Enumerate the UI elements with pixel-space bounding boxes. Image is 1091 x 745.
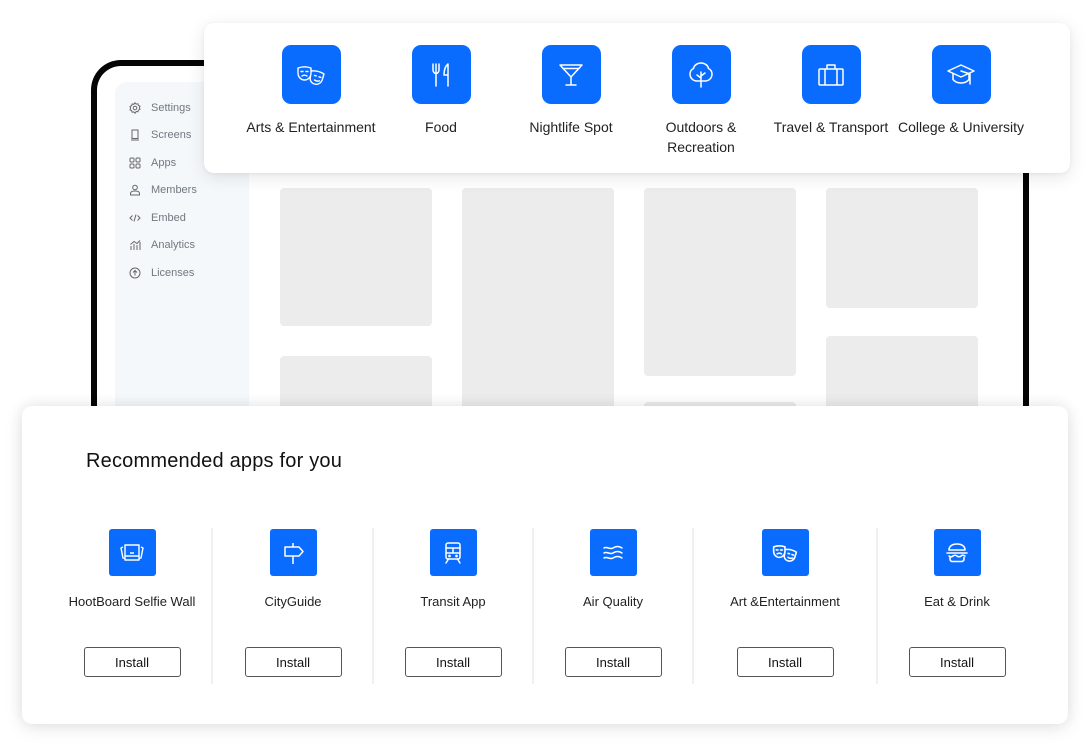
category-card: Arts & Entertainment Food Nightlife Spot… bbox=[204, 23, 1070, 173]
apps-grid-icon bbox=[129, 157, 141, 169]
app-name: HootBoard Selfie Wall bbox=[68, 594, 196, 609]
theater-masks-icon bbox=[772, 544, 798, 562]
category-label: Nightlife Spot bbox=[529, 119, 613, 135]
category-nightlife-spot[interactable]: Nightlife Spot bbox=[506, 45, 636, 137]
sidebar-item-analytics[interactable]: Analytics bbox=[115, 232, 249, 260]
install-button[interactable]: Install bbox=[244, 647, 342, 677]
app-card-transit-app: Transit App Install bbox=[373, 529, 533, 677]
category-label: Food bbox=[425, 119, 457, 135]
recommended-apps-card: Recommended apps for you HootBoard Selfi… bbox=[22, 406, 1068, 724]
app-card-cityguide: CityGuide Install bbox=[213, 529, 373, 677]
section-title: Recommended apps for you bbox=[86, 450, 343, 472]
train-icon bbox=[445, 541, 461, 564]
gear-icon bbox=[129, 101, 141, 114]
analytics-icon bbox=[130, 240, 141, 251]
sidebar-item-members[interactable]: Members bbox=[115, 177, 249, 205]
user-icon bbox=[130, 184, 140, 196]
sidebar-item-label: Embed bbox=[151, 211, 186, 224]
app-name: CityGuide bbox=[264, 594, 322, 609]
app-name: Art &Entertainment bbox=[730, 594, 840, 609]
tree-icon bbox=[689, 61, 713, 88]
upload-circle-icon bbox=[129, 267, 141, 279]
category-travel-transport[interactable]: Travel & Transport bbox=[766, 45, 896, 137]
category-label: Outdoors & Recreation bbox=[665, 119, 737, 155]
install-button[interactable]: Install bbox=[83, 647, 181, 677]
cocktail-glass-icon bbox=[559, 63, 583, 86]
sidebar-item-label: Apps bbox=[151, 156, 177, 169]
category-label: Travel & Transport bbox=[773, 119, 889, 135]
install-button[interactable]: Install bbox=[908, 647, 1006, 677]
category-college-university[interactable]: College & University bbox=[896, 45, 1026, 137]
category-food[interactable]: Food bbox=[376, 45, 506, 137]
app-card-hootboard-selfie-wall: HootBoard Selfie Wall Install bbox=[52, 529, 212, 677]
placeholder-tile bbox=[644, 188, 796, 376]
sidebar-item-label: Settings bbox=[151, 101, 191, 114]
screen-icon bbox=[131, 129, 139, 141]
signpost-icon bbox=[284, 542, 304, 564]
install-button[interactable]: Install bbox=[564, 647, 662, 677]
app-name: Air Quality bbox=[583, 594, 643, 609]
theater-masks-icon bbox=[297, 65, 325, 85]
sidebar-item-label: Screens bbox=[151, 129, 192, 142]
sidebar-item-label: Members bbox=[151, 184, 197, 197]
graduation-cap-icon bbox=[947, 63, 975, 85]
app-name: Eat & Drink bbox=[924, 594, 990, 609]
app-name: Transit App bbox=[420, 594, 486, 609]
code-icon bbox=[129, 214, 141, 222]
divider bbox=[692, 528, 694, 684]
placeholder-tile bbox=[826, 188, 978, 308]
waves-icon bbox=[603, 545, 623, 559]
install-button[interactable]: Install bbox=[736, 647, 834, 677]
sidebar-item-label: Licenses bbox=[151, 266, 195, 279]
fork-knife-icon bbox=[432, 62, 449, 87]
category-label: Arts & Entertainment bbox=[246, 119, 376, 135]
category-outdoors-recreation[interactable]: Outdoors & Recreation bbox=[636, 45, 766, 157]
sidebar-item-label: Analytics bbox=[151, 239, 196, 252]
app-card-art-entertainment: Art &Entertainment Install bbox=[705, 529, 865, 677]
sidebar-item-embed[interactable]: Embed bbox=[115, 204, 249, 232]
app-card-eat-drink: Eat & Drink Install bbox=[877, 529, 1037, 677]
category-arts-entertainment[interactable]: Arts & Entertainment bbox=[246, 45, 376, 137]
burger-icon bbox=[946, 542, 968, 562]
photo-stack-icon bbox=[120, 543, 144, 561]
placeholder-tile bbox=[280, 188, 432, 326]
suitcase-icon bbox=[818, 63, 844, 86]
sidebar-item-licenses[interactable]: Licenses bbox=[115, 259, 249, 287]
app-card-air-quality: Air Quality Install bbox=[533, 529, 693, 677]
install-button[interactable]: Install bbox=[404, 647, 502, 677]
category-label: College & University bbox=[897, 119, 1025, 135]
